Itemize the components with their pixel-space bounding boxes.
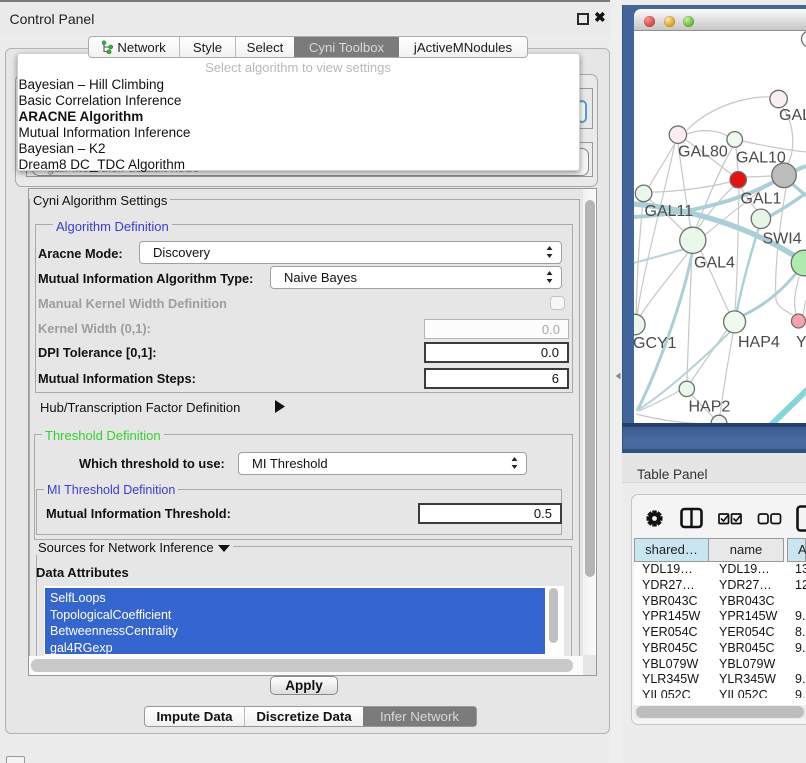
svg-text:GAL11: GAL11 (645, 203, 694, 220)
svg-text:GAL4: GAL4 (694, 255, 735, 272)
svg-text:GCY1: GCY1 (634, 335, 677, 352)
svg-text:YJ: YJ (796, 334, 806, 351)
svg-text:HAP4: HAP4 (738, 334, 780, 351)
svg-text:GAL1: GAL1 (741, 191, 782, 208)
svg-text:SWI4: SWI4 (763, 231, 802, 248)
svg-text:GAL2: GAL2 (779, 107, 806, 124)
svg-text:GAL80: GAL80 (678, 144, 728, 161)
svg-text:HAP2: HAP2 (689, 399, 731, 416)
svg-text:GAL10: GAL10 (736, 150, 786, 167)
